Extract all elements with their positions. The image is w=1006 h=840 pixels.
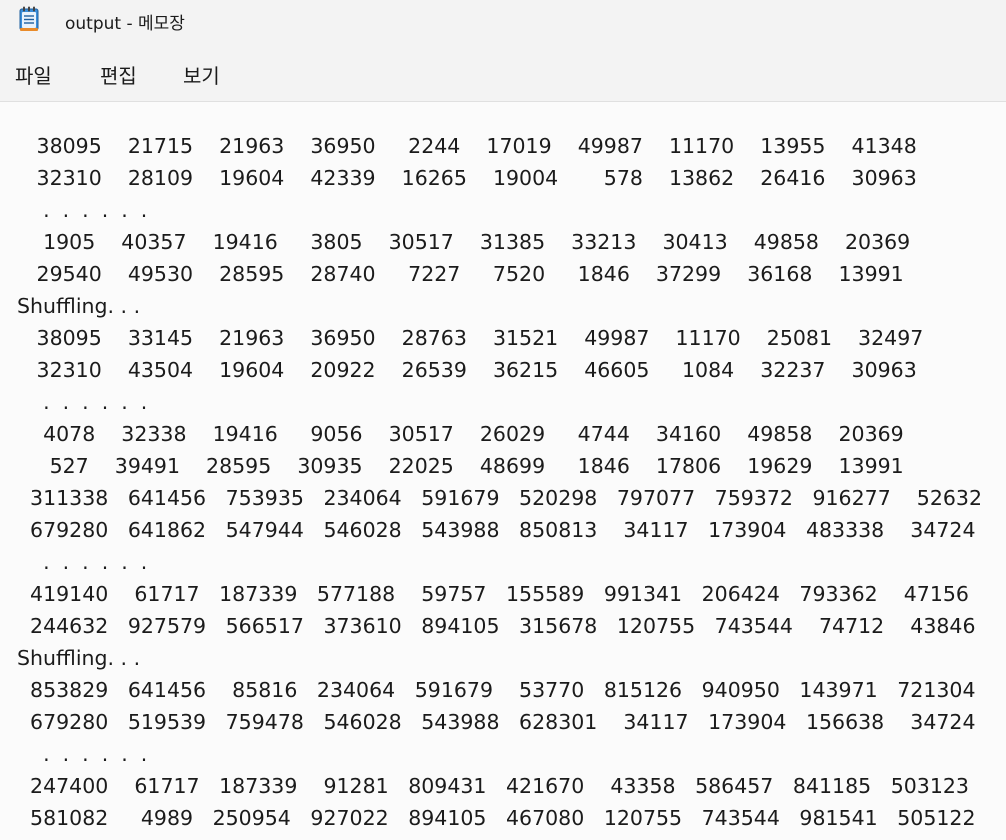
menu-edit[interactable]: 편집 [100, 60, 137, 89]
text-line: 581082 4989 250954 927022 894105 467080 … [17, 806, 976, 830]
text-line: 419140 61717 187339 577188 59757 155589 … [17, 582, 969, 606]
menu-file[interactable]: 파일 [15, 60, 52, 89]
text-line: . . . . . . [17, 198, 148, 222]
text-line: Shuffling. . . [17, 646, 141, 670]
text-line: Shuffling. . . [17, 294, 141, 318]
text-line: 32310 28109 19604 42339 16265 19004 578 … [17, 166, 917, 190]
text-editor[interactable]: 38095 21715 21963 36950 2244 17019 49987… [0, 102, 1006, 840]
text-line: 29540 49530 28595 28740 7227 7520 1846 3… [17, 262, 904, 286]
menu-bar: 파일 편집 보기 [0, 40, 1006, 102]
title-bar: output - 메모장 [0, 0, 1006, 40]
text-line: 32310 43504 19604 20922 26539 36215 4660… [17, 358, 917, 382]
text-line: . . . . . . [17, 390, 148, 414]
document-text[interactable]: 38095 21715 21963 36950 2244 17019 49987… [17, 130, 982, 834]
menu-view[interactable]: 보기 [183, 60, 220, 89]
text-line: . . . . . . [17, 550, 148, 574]
text-line: 527 39491 28595 30935 22025 48699 1846 1… [17, 454, 904, 478]
text-line: 38095 33145 21963 36950 28763 31521 4998… [17, 326, 924, 350]
text-line: 38095 21715 21963 36950 2244 17019 49987… [17, 134, 917, 158]
text-line: 4078 32338 19416 9056 30517 26029 4744 3… [17, 422, 904, 446]
text-line: 679280 519539 759478 546028 543988 62830… [17, 710, 976, 734]
window-title: output - 메모장 [65, 14, 185, 34]
text-line: 679280 641862 547944 546028 543988 85081… [17, 518, 976, 542]
text-line: 311338 641456 753935 234064 591679 52029… [17, 486, 983, 510]
notepad-icon[interactable] [18, 6, 40, 32]
text-line: 853829 641456 85816 234064 591679 53770 … [17, 678, 976, 702]
text-line: 244632 927579 566517 373610 894105 31567… [17, 614, 976, 638]
text-line: 1905 40357 19416 3805 30517 31385 33213 … [17, 230, 911, 254]
text-line: . . . . . . [17, 742, 148, 766]
text-line: 247400 61717 187339 91281 809431 421670 … [17, 774, 969, 798]
